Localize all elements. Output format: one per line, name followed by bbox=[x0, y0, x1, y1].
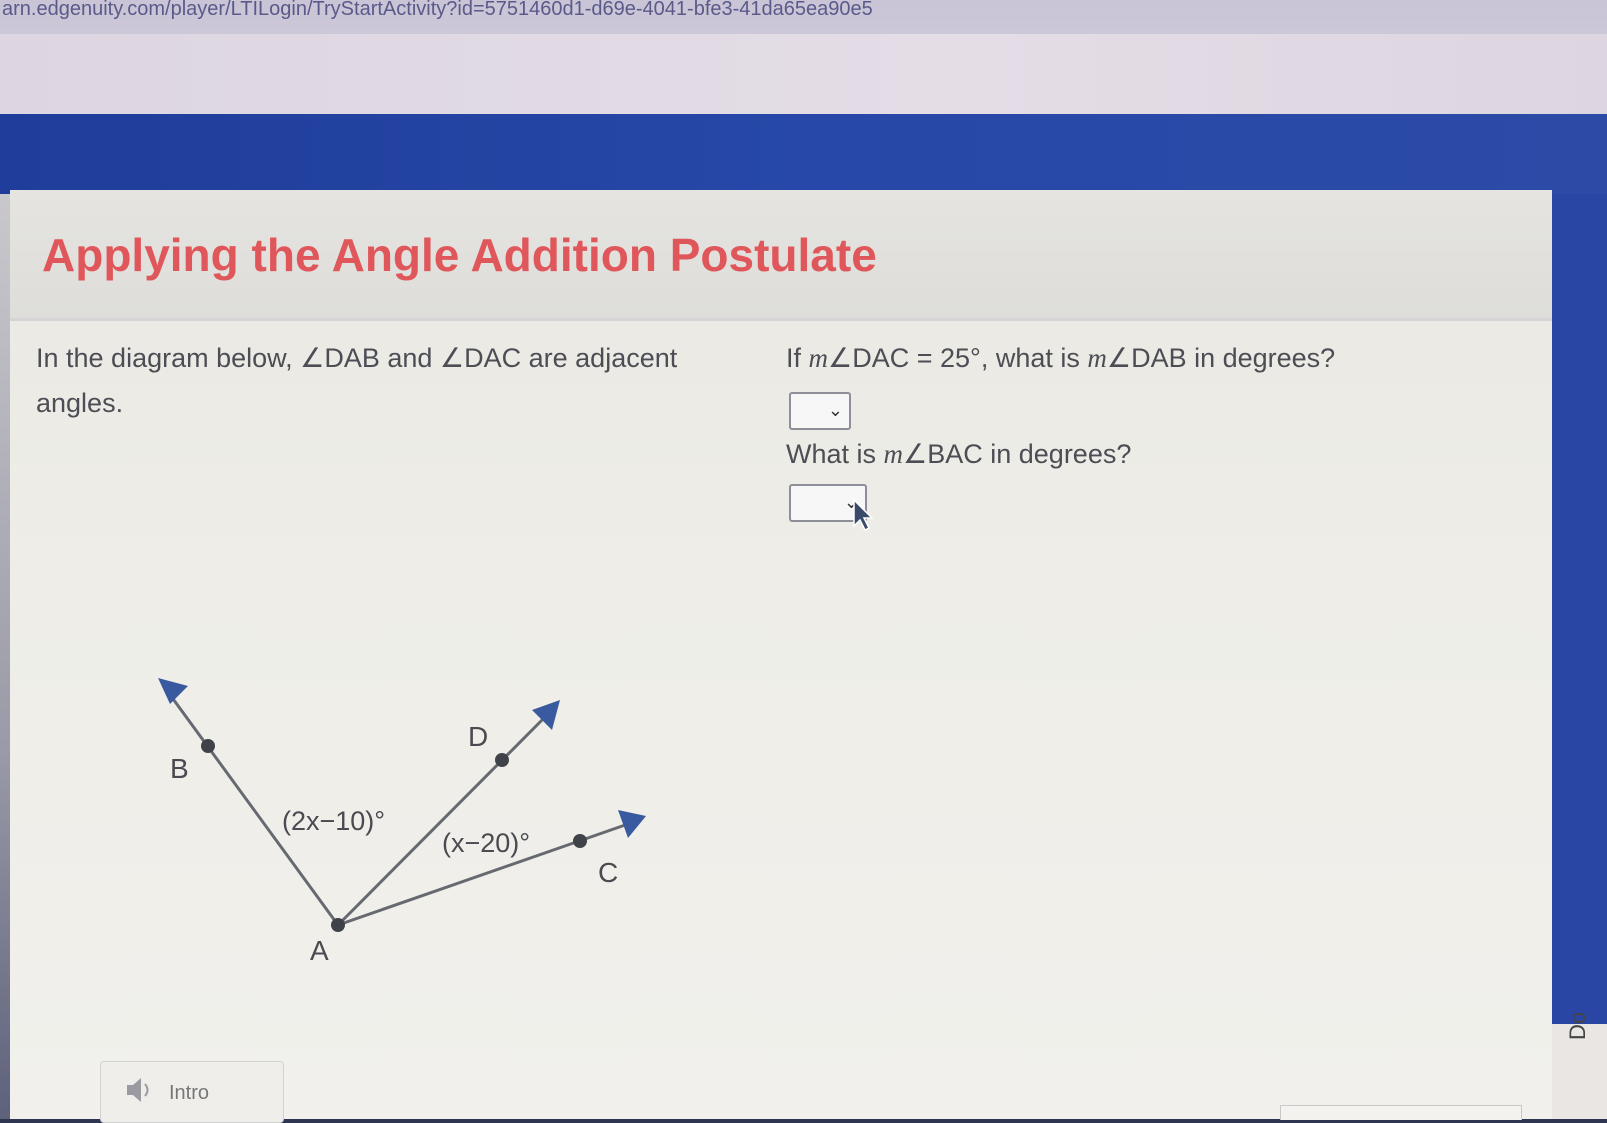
url-text: arn.edgenuity.com/player/LTILogin/TrySta… bbox=[2, 0, 873, 20]
arrowhead-c-icon bbox=[618, 810, 646, 838]
point-b-dot bbox=[201, 739, 215, 753]
q1-mid: ∠DAC = 25°, what is bbox=[828, 343, 1088, 373]
q1-m2: m bbox=[1087, 343, 1107, 373]
bottom-control-box[interactable] bbox=[1280, 1105, 1522, 1120]
q2-pre: What is bbox=[786, 439, 884, 469]
answer-1-dropdown[interactable]: ⌄ bbox=[789, 392, 851, 430]
q1-m1: m bbox=[808, 343, 829, 373]
activity-title: Applying the Angle Addition Postulate bbox=[42, 229, 877, 281]
label-b: B bbox=[170, 753, 189, 784]
point-a-dot bbox=[331, 918, 345, 932]
question-intro: In the diagram below, ∠DAB and ∠DAC are … bbox=[36, 336, 736, 426]
activity-panel: Applying the Angle Addition Postulate In… bbox=[10, 190, 1552, 1119]
chevron-down-icon: ⌄ bbox=[827, 400, 843, 420]
angle-diagram: A B D C (2x−10)° (x−20)° bbox=[158, 678, 646, 966]
mouse-cursor-icon bbox=[853, 498, 874, 532]
label-a: A bbox=[310, 935, 329, 966]
course-header-bar bbox=[0, 114, 1607, 194]
label-d: D bbox=[468, 721, 488, 752]
angle-bad-label: (2x−10)° bbox=[282, 806, 385, 836]
sidebar-vertical-label[interactable]: Do bbox=[1565, 1012, 1591, 1040]
browser-toolbar-area bbox=[0, 34, 1607, 114]
point-c-dot bbox=[573, 834, 587, 848]
q1-post: ∠DAB in degrees? bbox=[1106, 343, 1336, 373]
intro-button[interactable]: Intro bbox=[100, 1061, 284, 1123]
q2-m: m bbox=[883, 439, 904, 469]
label-c: C bbox=[598, 857, 618, 888]
browser-url-bar[interactable]: arn.edgenuity.com/player/LTILogin/TrySta… bbox=[0, 0, 1607, 34]
right-sidebar-bar bbox=[1552, 194, 1607, 1024]
question-1-text: If m∠DAC = 25°, what is m∠DAB in degrees… bbox=[786, 336, 1335, 381]
speaker-icon bbox=[127, 1078, 149, 1102]
intro-label: Intro bbox=[169, 1082, 210, 1104]
question-2-text: What is m∠BAC in degrees? bbox=[786, 432, 1131, 477]
q1-pre: If bbox=[786, 343, 809, 373]
arrowhead-b-icon bbox=[158, 678, 188, 704]
title-band: Applying the Angle Addition Postulate bbox=[10, 190, 1552, 321]
angle-dac-label: (x−20)° bbox=[442, 828, 530, 858]
question-intro-line2: angles. bbox=[36, 388, 124, 418]
point-d-dot bbox=[495, 753, 509, 767]
q2-post: ∠BAC in degrees? bbox=[903, 439, 1132, 469]
question-intro-line1: In the diagram below, ∠DAB and ∠DAC are … bbox=[36, 343, 678, 373]
